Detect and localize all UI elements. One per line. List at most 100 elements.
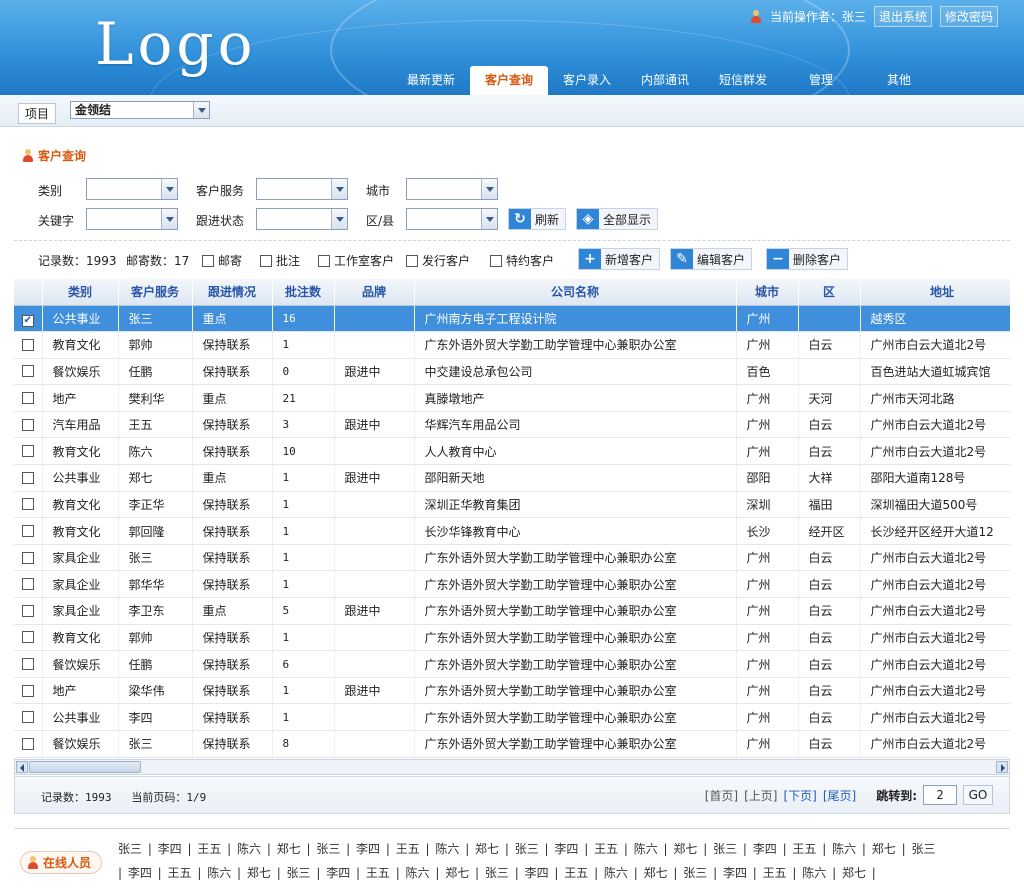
checkbox[interactable]	[202, 255, 214, 267]
checkbox[interactable]	[490, 255, 502, 267]
chevron-down-icon[interactable]	[481, 209, 497, 229]
row-checkbox[interactable]	[21, 365, 34, 378]
horizontal-scrollbar[interactable]	[14, 759, 1010, 775]
annotate-check[interactable]: 批注	[260, 252, 300, 269]
chevron-down-icon[interactable]	[331, 209, 347, 229]
row-checkbox[interactable]	[21, 604, 34, 617]
checkbox[interactable]	[406, 255, 418, 267]
row-checkbox[interactable]	[21, 392, 34, 405]
table-cell	[798, 358, 861, 386]
chevron-down-icon[interactable]	[161, 179, 177, 199]
column-header[interactable]: 区	[798, 279, 861, 306]
column-header[interactable]: 跟进情况	[192, 279, 273, 306]
tab-other[interactable]: 其他	[860, 66, 938, 95]
first-page-link[interactable]: [首页]	[705, 787, 738, 804]
table-cell: 保持联系	[192, 570, 273, 599]
row-checkbox[interactable]	[21, 338, 34, 351]
checkbox[interactable]	[260, 255, 272, 267]
next-page-link[interactable]: [下页]	[783, 787, 816, 804]
row-checkbox[interactable]: ✔	[21, 314, 34, 327]
special-check[interactable]: 特约客户	[490, 252, 554, 269]
table-row[interactable]: ✔ 公共事业 张三 重点 16 广州南方电子工程设计院 广州 越秀区	[14, 305, 1010, 333]
column-header[interactable]: 地址	[860, 279, 1010, 306]
row-checkbox[interactable]	[21, 498, 34, 511]
row-checkbox[interactable]	[21, 684, 34, 697]
keyword-select[interactable]	[86, 208, 178, 230]
project-select[interactable]: 金领结	[70, 101, 210, 119]
table-row[interactable]: 家具企业 郭华华 保持联系 1 广东外语外贸大学勤工助学管理中心兼职办公室 广州 白云 广州市…	[14, 570, 1010, 599]
change-password-button[interactable]: 修改密码	[939, 6, 998, 27]
table-row[interactable]: 公共事业 李四 保持联系 1 广东外语外贸大学勤工助学管理中心兼职办公室 广州 白云 广州市白…	[14, 703, 1010, 731]
tab-latest[interactable]: 最新更新	[392, 66, 470, 95]
last-page-link[interactable]: [尾页]	[823, 787, 856, 804]
column-header[interactable]: 品牌	[334, 279, 415, 306]
row-checkbox[interactable]	[21, 631, 34, 644]
table-cell	[334, 624, 415, 652]
category-select[interactable]	[86, 178, 178, 200]
table-cell: 1	[272, 517, 335, 545]
scroll-left-icon[interactable]	[16, 761, 28, 773]
checkbox[interactable]	[318, 255, 330, 267]
table-row[interactable]: 家具企业 李卫东 重点 5 跟进中 广东外语外贸大学勤工助学管理中心兼职办公室 广州 白云 广州…	[14, 597, 1010, 625]
table-row[interactable]: 家具企业 张三 保持联系 1 广东外语外贸大学勤工助学管理中心兼职办公室 广州 白云 广州市白…	[14, 544, 1010, 572]
table-cell: 广州	[736, 703, 799, 731]
row-checkbox[interactable]	[21, 445, 34, 458]
table-row[interactable]: 汽车用品 王五 保持联系 3 跟进中 华辉汽车用品公司 广州 白云 广州市白云大道北2号	[14, 411, 1010, 439]
scroll-thumb[interactable]	[29, 761, 141, 773]
table-cell: 0	[272, 358, 335, 386]
row-checkbox[interactable]	[21, 551, 34, 564]
table-row[interactable]: 公共事业 郑七 重点 1 跟进中 邵阳新天地 邵阳 大祥 邵阳大道南128号	[14, 464, 1010, 492]
tab-sms[interactable]: 短信群发	[704, 66, 782, 95]
refresh-button[interactable]: ↻ 刷新	[508, 208, 567, 230]
table-row[interactable]: 教育文化 郭帅 保持联系 1 广东外语外贸大学勤工助学管理中心兼职办公室 广州 白云 广州市白…	[14, 624, 1010, 652]
chevron-down-icon[interactable]	[193, 102, 209, 118]
mail-check[interactable]: 邮寄	[202, 252, 242, 269]
row-checkbox[interactable]	[21, 658, 34, 671]
row-checkbox[interactable]	[21, 418, 34, 431]
customer-service-select[interactable]	[256, 178, 348, 200]
jump-page-input[interactable]: 2	[923, 785, 957, 805]
column-header[interactable]: 公司名称	[414, 279, 737, 306]
table-row[interactable]: 教育文化 李正华 保持联系 1 深圳正华教育集团 深圳 福田 深圳福田大道500号	[14, 491, 1010, 519]
column-header[interactable]: 类别	[42, 279, 119, 306]
row-checkbox[interactable]	[21, 525, 34, 538]
show-all-button[interactable]: ◈ 全部显示	[576, 208, 659, 230]
table-row[interactable]: 餐饮娱乐 张三 保持联系 8 广东外语外贸大学勤工助学管理中心兼职办公室 广州 白云 广州市白…	[14, 730, 1010, 758]
logout-button[interactable]: 退出系统	[873, 6, 932, 27]
tab-admin[interactable]: 管理	[782, 66, 860, 95]
district-select[interactable]	[406, 208, 498, 230]
table-row[interactable]: 地产 梁华伟 保持联系 1 跟进中 广东外语外贸大学勤工助学管理中心兼职办公室 广州 白云 广州…	[14, 677, 1010, 705]
column-header[interactable]: 批注数	[272, 279, 335, 306]
table-row[interactable]: 教育文化 郭帅 保持联系 1 广东外语外贸大学勤工助学管理中心兼职办公室 广州 白云 广州市白…	[14, 331, 1010, 359]
refresh-label: 刷新	[535, 212, 560, 227]
edit-customer-button[interactable]: ✎ 编辑客户	[670, 248, 753, 270]
table-row[interactable]: 餐饮娱乐 任鹏 保持联系 6 广东外语外贸大学勤工助学管理中心兼职办公室 广州 白云 广州市白…	[14, 650, 1010, 678]
city-select[interactable]	[406, 178, 498, 200]
row-checkbox[interactable]	[21, 578, 34, 591]
row-checkbox[interactable]	[21, 737, 34, 750]
studio-check[interactable]: 工作室客户	[318, 252, 394, 269]
column-header[interactable]: 客户服务	[118, 279, 193, 306]
row-checkbox[interactable]	[21, 711, 34, 724]
go-button[interactable]: GO	[963, 785, 993, 805]
table-row[interactable]: 教育文化 郭回隆 保持联系 1 长沙华锋教育中心 长沙 经开区 长沙经开区经开大道12	[14, 517, 1010, 545]
table-row[interactable]: 地产 樊利华 重点 21 真滕墩地产 广州 天河 广州市天河北路	[14, 384, 1010, 412]
chevron-down-icon[interactable]	[331, 179, 347, 199]
follow-status-select[interactable]	[256, 208, 348, 230]
column-header[interactable]: 城市	[736, 279, 799, 306]
table-row[interactable]: 教育文化 陈六 保持联系 10 人人教育中心 广州 白云 广州市白云大道北2号	[14, 437, 1010, 466]
scroll-right-icon[interactable]	[996, 761, 1008, 773]
tab-internal-comm[interactable]: 内部通讯	[626, 66, 704, 95]
chevron-down-icon[interactable]	[161, 209, 177, 229]
tab-customer-query[interactable]: 客户查询	[470, 66, 548, 95]
add-customer-button[interactable]: + 新增客户	[578, 248, 661, 270]
row-checkbox[interactable]	[21, 471, 34, 484]
delete-customer-button[interactable]: − 删除客户	[766, 248, 849, 270]
chevron-down-icon[interactable]	[481, 179, 497, 199]
table-cell: 1	[272, 703, 335, 731]
tab-customer-entry[interactable]: 客户录入	[548, 66, 626, 95]
table-row[interactable]: 餐饮娱乐 任鹏 保持联系 0 跟进中 中交建设总承包公司 百色 百色进站大道虹城宾馆	[14, 358, 1010, 386]
prev-page-link[interactable]: [上页]	[744, 787, 777, 804]
table-cell: 邵阳大道南128号	[860, 464, 1010, 492]
issue-check[interactable]: 发行客户	[406, 252, 470, 269]
